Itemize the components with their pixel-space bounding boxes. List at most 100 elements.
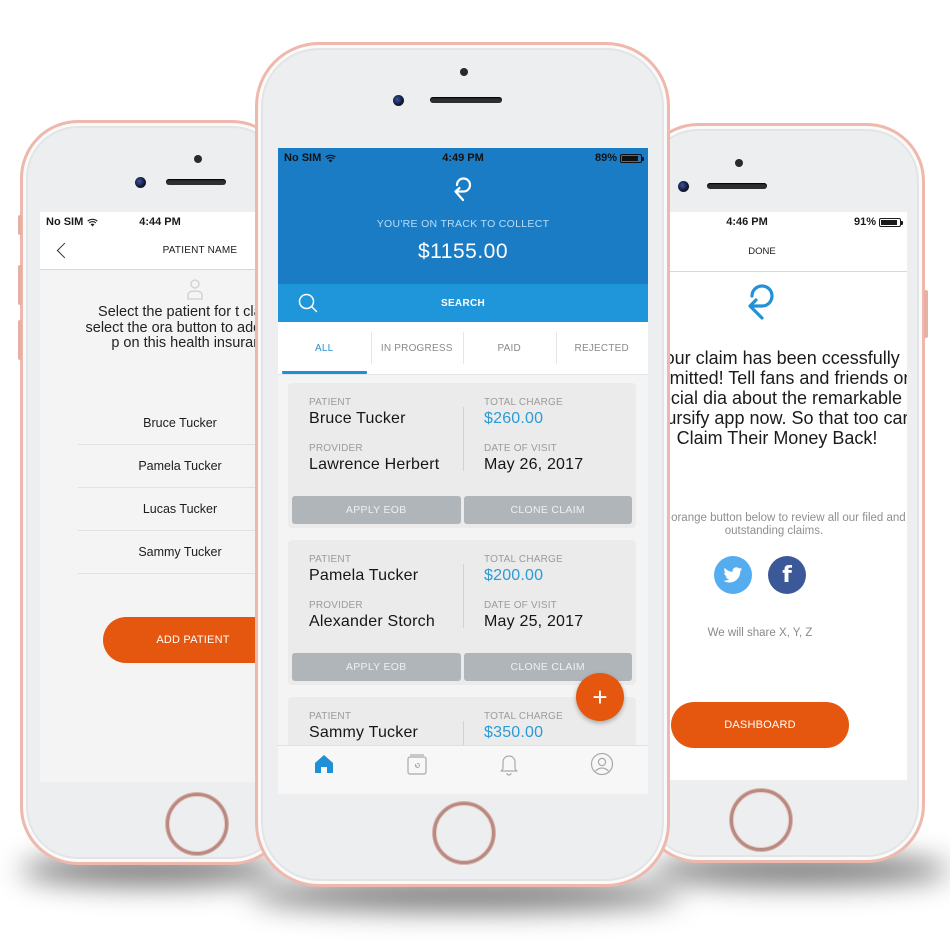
patient-list-item[interactable]: Sammy Tucker bbox=[78, 531, 280, 574]
search-bar[interactable]: SEARCH bbox=[278, 284, 648, 322]
nav-notifications[interactable] bbox=[463, 746, 556, 794]
date-of-visit-value: May 26, 2017 bbox=[484, 456, 584, 473]
status-bar: 4:46 PM 91% bbox=[667, 212, 907, 232]
patient-name: Bruce Tucker bbox=[309, 410, 406, 427]
volume-button bbox=[18, 215, 22, 235]
bell-icon bbox=[500, 755, 518, 776]
search-icon[interactable] bbox=[298, 293, 318, 313]
patient-select-screen: No SIM 4:44 PM PATIENT NAME Select the p… bbox=[40, 212, 280, 782]
page-title: PATIENT NAME bbox=[162, 245, 238, 256]
total-charge-value: $260.00 bbox=[484, 410, 544, 427]
dashboard-button[interactable]: DASHBOARD bbox=[671, 702, 849, 748]
bottom-navigation bbox=[278, 745, 648, 794]
claims-dashboard-screen: YOU'RE ON TRACK TO COLLECT $1155.00 No S… bbox=[278, 148, 648, 794]
earpiece-speaker bbox=[166, 179, 226, 185]
right-phone: 4:46 PM 91% DONE Your claim has been cce… bbox=[640, 123, 925, 863]
center-phone: YOU'RE ON TRACK TO COLLECT $1155.00 No S… bbox=[255, 42, 670, 887]
battery-icon bbox=[879, 217, 904, 227]
reimbursify-logo-icon bbox=[748, 284, 774, 320]
claims-archive-icon bbox=[407, 754, 427, 775]
home-button[interactable] bbox=[730, 789, 792, 851]
clock: 4:46 PM bbox=[726, 216, 768, 228]
patient-name: Bruce Tucker bbox=[143, 416, 217, 430]
status-bar: No SIM 4:49 PM 89% bbox=[278, 148, 648, 168]
proximity-sensor bbox=[194, 155, 202, 163]
patient-name: Sammy Tucker bbox=[309, 724, 419, 741]
total-charge-value: $200.00 bbox=[484, 567, 544, 584]
patient-label: PATIENT bbox=[309, 397, 352, 408]
home-button[interactable] bbox=[166, 793, 228, 855]
provider-name: Alexander Storch bbox=[309, 613, 435, 630]
proximity-sensor bbox=[460, 68, 468, 76]
nav-claims[interactable] bbox=[371, 746, 464, 794]
battery-percent: 89% bbox=[594, 152, 617, 164]
nav-header: PATIENT NAME bbox=[40, 232, 280, 270]
review-message: n the orange button below to review all … bbox=[667, 512, 906, 537]
volume-button bbox=[18, 265, 22, 305]
add-claim-button[interactable]: + bbox=[576, 673, 624, 721]
patient-list-item[interactable]: Pamela Tucker bbox=[78, 445, 280, 488]
clock: 4:49 PM bbox=[442, 152, 484, 164]
total-charge-value: $350.00 bbox=[484, 724, 544, 741]
volume-button bbox=[18, 320, 22, 360]
chevron-left-icon[interactable] bbox=[54, 240, 72, 262]
twitter-share-button[interactable] bbox=[714, 556, 752, 594]
patient-label: PATIENT bbox=[309, 554, 352, 565]
total-charge-label: TOTAL CHARGE bbox=[484, 554, 563, 565]
column-divider bbox=[463, 407, 464, 471]
patient-list-item[interactable]: Bruce Tucker bbox=[78, 402, 280, 445]
facebook-share-button[interactable]: f bbox=[768, 556, 806, 594]
nav-home[interactable] bbox=[278, 746, 371, 794]
earpiece-speaker bbox=[707, 183, 767, 189]
clock: 4:44 PM bbox=[139, 216, 181, 228]
wifi-icon bbox=[87, 218, 98, 226]
profile-icon bbox=[590, 752, 613, 776]
carrier-label: No SIM bbox=[284, 152, 322, 164]
claim-card[interactable]: PATIENT Bruce Tucker PROVIDER Lawrence H… bbox=[288, 383, 636, 528]
nav-profile[interactable] bbox=[556, 746, 649, 794]
provider-label: PROVIDER bbox=[309, 600, 363, 611]
tab-all[interactable]: ALL bbox=[278, 322, 371, 374]
date-of-visit-label: DATE OF VISIT bbox=[484, 443, 557, 454]
page-title: DONE bbox=[748, 246, 776, 257]
tab-rejected[interactable]: REJECTED bbox=[555, 322, 649, 374]
instructions-text: Select the patient for t claim...or sele… bbox=[85, 304, 280, 351]
clone-claim-button[interactable]: CLONE CLAIM bbox=[463, 496, 632, 524]
date-of-visit-label: DATE OF VISIT bbox=[484, 600, 557, 611]
reimbursify-logo-icon bbox=[454, 177, 472, 202]
front-camera-icon bbox=[135, 177, 146, 188]
carrier-label: No SIM bbox=[46, 216, 84, 228]
total-charge-label: TOTAL CHARGE bbox=[484, 711, 563, 722]
home-icon bbox=[315, 755, 334, 773]
proximity-sensor bbox=[735, 159, 743, 167]
patient-list: Bruce Tucker Pamela Tucker Lucas Tucker … bbox=[78, 402, 280, 574]
provider-label: PROVIDER bbox=[309, 443, 363, 454]
tab-in-progress[interactable]: IN PROGRESS bbox=[370, 322, 464, 374]
success-message: Your claim has been ccessfully submitted… bbox=[667, 348, 907, 448]
patient-list-item[interactable]: Lucas Tucker bbox=[78, 488, 280, 531]
search-label: SEARCH bbox=[440, 297, 486, 309]
patient-name: Sammy Tucker bbox=[138, 545, 222, 559]
power-button bbox=[924, 290, 928, 338]
collect-tagline: YOU'RE ON TRACK TO COLLECT bbox=[376, 218, 550, 230]
total-charge-label: TOTAL CHARGE bbox=[484, 397, 563, 408]
patient-name: Lucas Tucker bbox=[142, 502, 218, 516]
tab-paid[interactable]: PAID bbox=[463, 322, 556, 374]
apply-eob-button[interactable]: APPLY EOB bbox=[292, 496, 461, 524]
wifi-icon bbox=[325, 154, 336, 162]
claim-done-screen: 4:46 PM 91% DONE Your claim has been cce… bbox=[667, 212, 907, 780]
twitter-icon bbox=[723, 566, 743, 582]
claim-status-tabs: ALL IN PROGRESS PAID REJECTED bbox=[278, 322, 648, 375]
patient-avatar-icon bbox=[187, 279, 203, 300]
claim-card[interactable]: PATIENT Pamela Tucker PROVIDER Alexander… bbox=[288, 540, 636, 685]
front-camera-icon bbox=[393, 95, 404, 106]
home-button[interactable] bbox=[433, 802, 495, 864]
patient-label: PATIENT bbox=[309, 711, 352, 722]
add-patient-button[interactable]: ADD PATIENT bbox=[103, 617, 280, 663]
collection-summary: YOU'RE ON TRACK TO COLLECT $1155.00 bbox=[278, 148, 648, 284]
status-bar: No SIM 4:44 PM bbox=[40, 212, 280, 232]
apply-eob-button[interactable]: APPLY EOB bbox=[292, 653, 461, 681]
battery-percent: 91% bbox=[853, 216, 877, 228]
patient-name: Pamela Tucker bbox=[309, 567, 419, 584]
provider-name: Lawrence Herbert bbox=[309, 456, 440, 473]
